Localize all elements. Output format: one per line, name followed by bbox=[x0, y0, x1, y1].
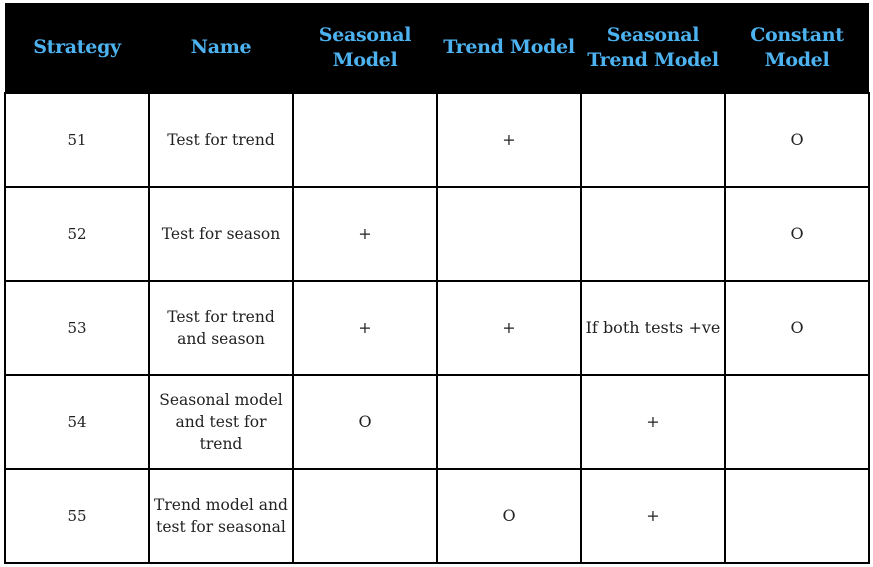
cell-strategy: 54 bbox=[4, 374, 150, 470]
table-row: 51 Test for trend + O bbox=[4, 92, 870, 188]
cell-strategy: 55 bbox=[4, 468, 150, 564]
cell-trend: + bbox=[436, 92, 582, 188]
cell-seasonal-trend: + bbox=[580, 468, 726, 564]
table-row: 52 Test for season + O bbox=[4, 186, 870, 282]
cell-seasonal bbox=[292, 468, 438, 564]
cell-constant: O bbox=[724, 186, 870, 282]
cell-seasonal-trend bbox=[580, 92, 726, 188]
cell-seasonal-trend: + bbox=[580, 374, 726, 470]
cell-constant: O bbox=[724, 280, 870, 376]
cell-trend: + bbox=[436, 280, 582, 376]
cell-seasonal-trend bbox=[580, 186, 726, 282]
cell-trend: O bbox=[436, 468, 582, 564]
cell-seasonal: + bbox=[292, 280, 438, 376]
cell-strategy: 53 bbox=[4, 280, 150, 376]
header-trend-model: Trend Model bbox=[443, 36, 575, 58]
cell-strategy: 51 bbox=[4, 92, 150, 188]
cell-name: Test for trend bbox=[148, 92, 294, 188]
cell-constant bbox=[724, 468, 870, 564]
cell-seasonal: + bbox=[292, 186, 438, 282]
cell-name: Test for trend and season bbox=[148, 280, 294, 376]
cell-name: Seasonal model and test for trend bbox=[148, 374, 294, 470]
header-strategy: Strategy bbox=[33, 36, 121, 58]
table-header: Strategy Name Seasonal Model Trend Model… bbox=[5, 3, 869, 93]
table-body: 51 Test for trend + O 52 Test for season… bbox=[4, 92, 870, 564]
header-seasonal-model: Seasonal Model bbox=[318, 23, 412, 71]
table-row: 55 Trend model and test for seasonal O + bbox=[4, 468, 870, 564]
cell-trend bbox=[436, 374, 582, 470]
cell-constant: O bbox=[724, 92, 870, 188]
header-row: Strategy Name Seasonal Model Trend Model… bbox=[5, 3, 869, 93]
cell-constant bbox=[724, 374, 870, 470]
cell-trend bbox=[436, 186, 582, 282]
cell-strategy: 52 bbox=[4, 186, 150, 282]
cell-name: Trend model and test for seasonal bbox=[148, 468, 294, 564]
cell-seasonal: O bbox=[292, 374, 438, 470]
table-row: 54 Seasonal model and test for trend O + bbox=[4, 374, 870, 470]
table-row: 53 Test for trend and season + + If both… bbox=[4, 280, 870, 376]
strategy-table: Strategy Name Seasonal Model Trend Model… bbox=[4, 3, 870, 564]
cell-name: Test for season bbox=[148, 186, 294, 282]
header-constant-model: Constant Model bbox=[750, 23, 844, 71]
header-name: Name bbox=[190, 36, 252, 58]
cell-seasonal bbox=[292, 92, 438, 188]
cell-seasonal-trend: If both tests +ve bbox=[580, 280, 726, 376]
header-seasonal-trend-model: Seasonal Trend Model bbox=[587, 23, 719, 71]
